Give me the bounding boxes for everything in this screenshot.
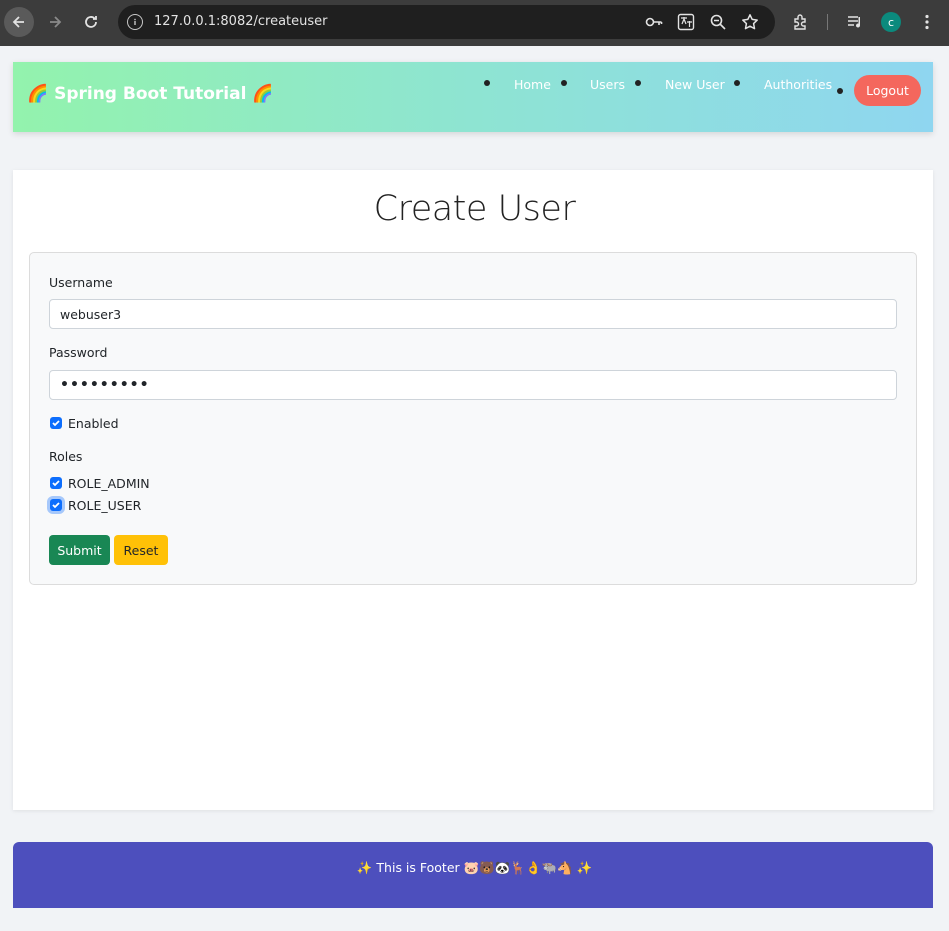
page-title: Create User: [373, 189, 576, 229]
nav-bullet: [561, 80, 567, 86]
key-icon[interactable]: [645, 13, 663, 31]
profile-avatar[interactable]: c: [881, 12, 901, 32]
nav-bullet: [837, 88, 843, 94]
enabled-label: Enabled: [68, 416, 119, 431]
extensions-icon[interactable]: [791, 12, 811, 32]
nav-link-home[interactable]: Home: [514, 77, 551, 92]
footer-text: ✨ This is Footer 🐷🐻🐼🦌👌🐃🐴 ✨: [356, 860, 593, 875]
nav-bullet: [484, 80, 490, 86]
role-user-label: ROLE_USER: [68, 498, 142, 513]
username-input[interactable]: webuser3: [49, 299, 897, 329]
nav-link-authorities[interactable]: Authorities: [764, 77, 832, 92]
address-bar[interactable]: 127.0.0.1:8082/createuser: [118, 5, 775, 39]
arrow-right-icon: [50, 16, 62, 28]
roles-label: Roles: [49, 449, 83, 464]
username-label: Username: [49, 275, 113, 290]
toolbar-divider: [827, 14, 828, 30]
forward-button[interactable]: [40, 7, 70, 37]
brand-title[interactable]: 🌈 Spring Boot Tutorial 🌈: [27, 84, 274, 104]
logout-button[interactable]: Logout: [854, 75, 921, 106]
arrow-left-icon: [12, 16, 24, 28]
nav-bullet: [734, 80, 740, 86]
role-admin-label: ROLE_ADMIN: [68, 476, 150, 491]
more-menu-icon[interactable]: [917, 12, 937, 32]
browser-toolbar: 127.0.0.1:8082/createuser c: [0, 0, 949, 46]
nav-bullet: [635, 80, 641, 86]
reload-icon: [85, 16, 97, 28]
zoom-icon[interactable]: [709, 13, 727, 31]
nav-link-new-user[interactable]: New User: [665, 77, 725, 92]
password-input[interactable]: •••••••••: [49, 370, 897, 400]
star-icon[interactable]: [741, 13, 759, 31]
reload-button[interactable]: [76, 7, 106, 37]
back-button[interactable]: [4, 7, 34, 37]
role-admin-checkbox[interactable]: [50, 477, 62, 489]
media-queue-icon[interactable]: [845, 12, 865, 32]
enabled-checkbox[interactable]: [50, 417, 62, 429]
url-text: 127.0.0.1:8082/createuser: [154, 14, 328, 29]
password-label: Password: [49, 345, 108, 360]
checkmark-icon: [52, 502, 60, 509]
submit-button[interactable]: Submit: [49, 535, 110, 565]
role-user-checkbox[interactable]: [50, 499, 62, 511]
nav-link-users[interactable]: Users: [590, 77, 625, 92]
navbar: 🌈 Spring Boot Tutorial 🌈: [13, 62, 933, 132]
site-info-icon[interactable]: [127, 14, 143, 30]
reset-button[interactable]: Reset: [114, 535, 168, 565]
checkmark-icon: [52, 480, 60, 487]
checkmark-icon: [52, 420, 60, 427]
translate-icon[interactable]: [677, 13, 695, 31]
